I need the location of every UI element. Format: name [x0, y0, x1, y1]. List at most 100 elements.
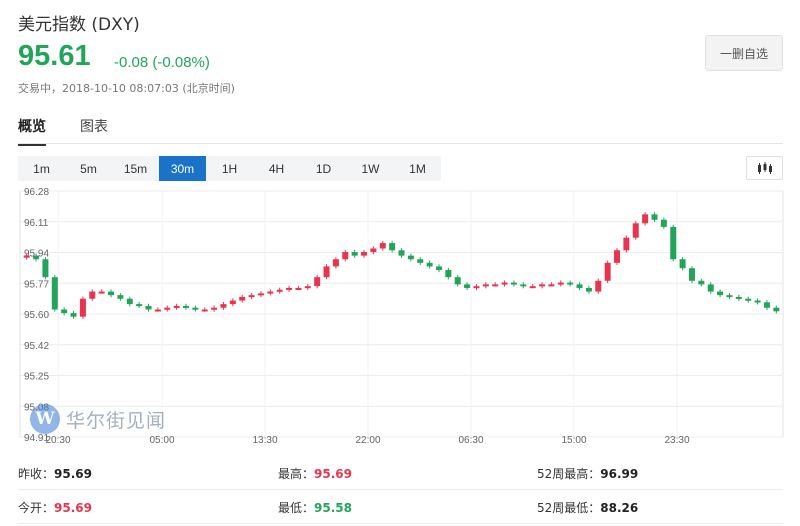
y-tick-label: 95.25 [24, 372, 49, 383]
y-tick-label: 95.77 [24, 279, 49, 290]
x-tick-label: 06:30 [458, 435, 483, 446]
candle-body [576, 284, 583, 288]
candle-body [510, 282, 517, 285]
candle-body [286, 287, 293, 290]
candle-body [145, 305, 152, 310]
candle-body [679, 259, 686, 269]
candle-body [342, 252, 349, 260]
trading-status: 交易中，2018-10-10 08:07:03 (北京时间) [18, 82, 235, 95]
candle-body [557, 282, 564, 285]
period-1w[interactable]: 1W [347, 156, 394, 181]
candle-body [417, 259, 424, 263]
candle-body [23, 255, 30, 258]
candle-body [117, 295, 124, 299]
candle-body [651, 214, 658, 220]
candle-body [642, 214, 649, 224]
tab-overview[interactable]: 概览 [18, 116, 46, 146]
y-tick-label: 95.42 [24, 341, 49, 352]
candle-body [632, 223, 639, 238]
candle-body [501, 282, 508, 285]
price-chart[interactable]: 96.2896.1195.9495.7795.6095.4295.2595.08… [0, 0, 800, 526]
instrument-title: 美元指数 (DXY) [18, 15, 140, 35]
candle-body [763, 302, 770, 308]
stat-open: 今开：95.69 [18, 501, 92, 515]
candle-body [520, 284, 527, 287]
candle-body [398, 250, 405, 256]
candle-body [332, 259, 339, 267]
candle-body [389, 243, 396, 251]
candle-body [164, 307, 171, 310]
candle-body [735, 296, 742, 299]
candle-body [211, 307, 218, 310]
candle-body [89, 291, 96, 299]
candle-body [79, 298, 86, 317]
candle-body [295, 287, 302, 290]
period-4h[interactable]: 4H [253, 156, 300, 181]
period-5m[interactable]: 5m [65, 156, 112, 181]
candle-body [201, 309, 208, 312]
x-tick-label: 15:00 [561, 435, 586, 446]
candle-body [33, 255, 40, 260]
chart-type-button[interactable] [746, 156, 783, 180]
candle-body [539, 284, 546, 287]
candle-body [407, 255, 414, 260]
candle-body [304, 286, 311, 289]
stats-row: 今开：95.69 最低：95.58 52周最低：88.26 [18, 490, 783, 524]
candle-body [154, 309, 161, 312]
stat-52w-high: 52周最高：96.99 [537, 467, 639, 481]
y-tick-label: 96.11 [24, 218, 49, 229]
period-1month[interactable]: 1M [394, 156, 441, 181]
stats-row: 昨收：95.69 最高：95.69 52周最高：96.99 [18, 456, 783, 490]
candle-body [567, 282, 574, 285]
candle-body [726, 295, 733, 298]
price-change: -0.08 (-0.08%) [114, 54, 210, 71]
period-15m[interactable]: 15m [112, 156, 159, 181]
view-tabs: 概览 图表 [18, 116, 142, 146]
candle-body [276, 289, 283, 292]
x-tick-label: 20:30 [45, 435, 70, 446]
remove-watchlist-button[interactable]: 一删自选 [705, 35, 783, 71]
candle-body [229, 300, 236, 305]
y-tick-label: 96.28 [24, 187, 49, 198]
candle-body [670, 226, 677, 260]
candle-body [698, 280, 705, 285]
candle-body [464, 284, 471, 288]
candle-body [707, 284, 714, 292]
x-tick-label: 23:30 [664, 435, 689, 446]
candle-body [585, 287, 592, 292]
watermark-text: 华尔街见闻 [66, 409, 167, 432]
candle-body [688, 268, 695, 281]
last-price: 95.61 [18, 40, 91, 72]
candle-body [492, 284, 499, 287]
x-tick-label: 22:00 [355, 435, 380, 446]
candle-body [529, 286, 536, 289]
candle-body [717, 291, 724, 296]
candle-body [51, 277, 58, 310]
period-1d[interactable]: 1D [300, 156, 347, 181]
candle-body [239, 296, 246, 301]
y-tick-label: 95.60 [24, 310, 49, 321]
period-30m[interactable]: 30m [159, 156, 206, 181]
candle-body [454, 277, 461, 285]
period-1m[interactable]: 1m [18, 156, 65, 181]
period-1h[interactable]: 1H [206, 156, 253, 181]
candle-body [445, 270, 452, 278]
candle-body [473, 286, 480, 289]
candle-body [745, 298, 752, 301]
candle-body [98, 291, 105, 294]
candle-body [754, 300, 761, 303]
candle-body [314, 277, 321, 287]
candle-body [248, 295, 255, 298]
candle-body [173, 305, 180, 308]
candle-body [136, 304, 143, 307]
candle-body [126, 298, 133, 305]
candle-body [192, 307, 199, 310]
candle-body [323, 266, 330, 278]
tab-chart[interactable]: 图表 [80, 116, 108, 146]
stat-prev-close: 昨收：95.69 [18, 467, 92, 481]
candle-body [426, 262, 433, 267]
candle-body [61, 309, 68, 314]
candle-body [604, 262, 611, 281]
candle-body [108, 291, 115, 296]
candlestick-icon [757, 162, 772, 174]
